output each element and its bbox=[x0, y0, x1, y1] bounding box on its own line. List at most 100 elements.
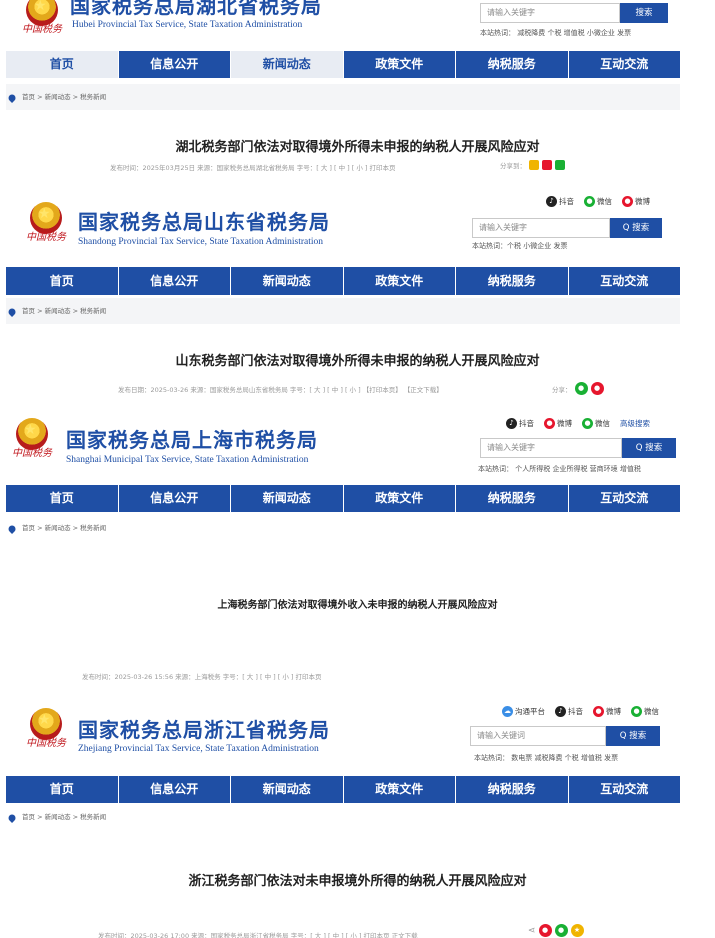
main-nav: 首页 信息公开 新闻动态 政策文件 纳税服务 互动交流 bbox=[6, 776, 680, 803]
shanghai-section: ♪ 抖音 ● 微博 ● 微信 高级搜索 ★ 中国税务 国家税务总局上海市税务局 Sha… bbox=[0, 410, 715, 700]
tax-emblem-logo: ★ 中国税务 bbox=[12, 418, 52, 460]
advanced-search-link[interactable]: 高级搜索 bbox=[620, 418, 650, 429]
wechat-icon[interactable] bbox=[555, 160, 565, 170]
search-input[interactable]: 请输入关键词 bbox=[470, 726, 606, 746]
location-pin-icon bbox=[7, 307, 17, 317]
wechat-share-icon[interactable]: ● bbox=[554, 924, 568, 937]
douyin-link[interactable]: ♪ 抖音 bbox=[555, 706, 583, 717]
nav-service[interactable]: 纳税服务 bbox=[456, 267, 569, 295]
site-title: 国家税务总局山东省税务局 bbox=[78, 210, 330, 234]
wechat-link[interactable]: ● 微信 bbox=[631, 706, 659, 717]
search-button[interactable]: Q 搜索 bbox=[610, 218, 662, 238]
weibo-icon: ● bbox=[593, 706, 604, 717]
article-title: 浙江税务部门依法对未申报境外所得的纳税人开展风险应对 bbox=[188, 874, 527, 889]
location-pin-icon bbox=[7, 93, 17, 103]
search-input[interactable]: 请输入关键字 bbox=[480, 3, 620, 23]
site-title: 国家税务总局浙江省税务局 bbox=[78, 718, 330, 742]
nav-info[interactable]: 信息公开 bbox=[119, 267, 231, 295]
wechat-link[interactable]: ● 微信 bbox=[582, 418, 610, 429]
site-subtitle: Shanghai Municipal Tax Service, State Ta… bbox=[66, 455, 309, 465]
nav-home[interactable]: 首页 bbox=[6, 485, 119, 512]
nav-home[interactable]: 首页 bbox=[6, 776, 119, 803]
weibo-icon[interactable] bbox=[542, 160, 552, 170]
nav-news[interactable]: 新闻动态 bbox=[231, 51, 344, 78]
breadcrumb: 首页 > 新闻动态 > 税务新闻 bbox=[6, 298, 680, 324]
douyin-icon: ♪ bbox=[555, 706, 566, 717]
weibo-link[interactable]: ● 微博 bbox=[622, 196, 650, 207]
search-input[interactable]: 请输入关键字 bbox=[480, 438, 622, 458]
search-bar: 请输入关键字 搜索 bbox=[480, 3, 670, 23]
weibo-share-icon[interactable]: ● bbox=[590, 382, 604, 395]
nav-news[interactable]: 新闻动态 bbox=[231, 776, 344, 803]
weibo-link[interactable]: ● 微博 bbox=[593, 706, 621, 717]
main-nav: 首页 信息公开 新闻动态 政策文件 纳税服务 互动交流 bbox=[6, 267, 680, 295]
article-meta: 发布时间：2025年03月25日 来源：国家税务总局湖北省税务局 字号：[ 大 … bbox=[110, 164, 396, 172]
nav-info[interactable]: 信息公开 bbox=[119, 776, 231, 803]
shandong-section: ♪ 抖音 ● 微信 ● 微博 ★ 中国税务 国家税务总局山东省税务局 Shandong… bbox=[0, 190, 715, 410]
wechat-icon: ● bbox=[584, 196, 595, 207]
nav-interact[interactable]: 互动交流 bbox=[569, 776, 681, 803]
nav-interact[interactable]: 互动交流 bbox=[569, 267, 681, 295]
search-button[interactable]: Q 搜索 bbox=[622, 438, 676, 458]
douyin-link[interactable]: ♪ 抖音 bbox=[506, 418, 534, 429]
nav-policy[interactable]: 政策文件 bbox=[344, 267, 456, 295]
nav-policy[interactable]: 政策文件 bbox=[344, 485, 456, 512]
wechat-link[interactable]: ● 微信 bbox=[584, 196, 612, 207]
site-subtitle: Zhejiang Provincial Tax Service, State T… bbox=[78, 744, 319, 754]
site-subtitle: Hubei Provincial Tax Service, State Taxa… bbox=[72, 20, 303, 30]
weibo-icon: ● bbox=[544, 418, 555, 429]
location-pin-icon bbox=[7, 524, 17, 534]
qzone-share-icon[interactable]: ★ bbox=[570, 924, 584, 937]
tax-emblem-logo: ★ 中国税务 bbox=[22, 0, 62, 36]
weibo-share-icon[interactable]: ● bbox=[538, 924, 552, 937]
search-button[interactable]: 搜索 bbox=[620, 3, 668, 23]
nav-service[interactable]: 纳税服务 bbox=[456, 51, 569, 78]
douyin-icon: ♪ bbox=[506, 418, 517, 429]
article-meta: 发布时间：2025-03-26 15:56 来源：上海税务 字号：[ 大 ] [… bbox=[82, 673, 322, 681]
douyin-link[interactable]: ♪ 抖音 bbox=[546, 196, 574, 207]
nav-service[interactable]: 纳税服务 bbox=[456, 485, 569, 512]
social-links: ♪ 抖音 ● 微博 ● 微信 高级搜索 bbox=[500, 418, 650, 429]
nav-interact[interactable]: 互动交流 bbox=[569, 51, 681, 78]
article-title: 湖北税务部门依法对取得境外所得未申报的纳税人开展风险应对 bbox=[175, 140, 540, 155]
nav-news[interactable]: 新闻动态 bbox=[231, 485, 344, 512]
main-nav: 首页 信息公开 新闻动态 政策文件 纳税服务 互动交流 bbox=[6, 51, 680, 78]
nav-policy[interactable]: 政策文件 bbox=[344, 51, 456, 78]
site-title: 国家税务总局湖北省税务局 bbox=[70, 0, 322, 18]
share-label: 分享到： bbox=[500, 162, 526, 170]
nav-interact[interactable]: 互动交流 bbox=[569, 485, 681, 512]
social-links: ♪ 抖音 ● 微信 ● 微博 bbox=[540, 196, 650, 207]
nav-home[interactable]: 首页 bbox=[6, 267, 119, 295]
share-icon[interactable]: ⋖ bbox=[528, 926, 536, 936]
weibo-link[interactable]: ● 微博 bbox=[544, 418, 572, 429]
tax-emblem-logo: ★ 中国税务 bbox=[26, 708, 66, 750]
wechat-icon: ● bbox=[582, 418, 593, 429]
search-bar: 请输入关键字 Q 搜索 bbox=[480, 438, 676, 458]
wechat-icon: ● bbox=[631, 706, 642, 717]
social-links: ☁ 沟通平台 ♪ 抖音 ● 微博 ● 微信 bbox=[496, 706, 659, 717]
tax-emblem-logo: ★ 中国税务 bbox=[26, 202, 66, 244]
hot-words: 本站热词： 数电票 减税降费 个税 增值税 发票 bbox=[474, 754, 619, 762]
nav-news[interactable]: 新闻动态 bbox=[231, 267, 344, 295]
article-meta: 发布日期：2025-03-26 来源：国家税务总局山东省税务局 字号：[ 大 ]… bbox=[118, 386, 443, 394]
nav-info[interactable]: 信息公开 bbox=[119, 51, 231, 78]
main-nav: 首页 信息公开 新闻动态 政策文件 纳税服务 互动交流 bbox=[6, 485, 680, 512]
nav-policy[interactable]: 政策文件 bbox=[344, 776, 456, 803]
platform-link[interactable]: ☁ 沟通平台 bbox=[502, 706, 545, 717]
wechat-share-icon[interactable]: ● bbox=[574, 382, 588, 395]
nav-service[interactable]: 纳税服务 bbox=[456, 776, 569, 803]
qzone-icon[interactable] bbox=[529, 160, 539, 170]
breadcrumb: 首页 > 新闻动态 > 税务新闻 bbox=[6, 806, 680, 828]
douyin-icon: ♪ bbox=[546, 196, 557, 207]
weibo-icon: ● bbox=[622, 196, 633, 207]
breadcrumb: 首页 > 新闻动态 > 税务新闻 bbox=[6, 516, 680, 540]
nav-home[interactable]: 首页 bbox=[6, 51, 119, 78]
nav-info[interactable]: 信息公开 bbox=[119, 485, 231, 512]
search-button[interactable]: Q 搜索 bbox=[606, 726, 660, 746]
share-bar: ⋖ ● ● ★ bbox=[528, 924, 584, 937]
share-bar: 分享到： bbox=[500, 160, 565, 170]
search-input[interactable]: 请输入关键字 bbox=[472, 218, 610, 238]
location-pin-icon bbox=[7, 813, 17, 823]
site-subtitle: Shandong Provincial Tax Service, State T… bbox=[78, 237, 324, 247]
search-bar: 请输入关键词 Q 搜索 bbox=[470, 726, 660, 746]
